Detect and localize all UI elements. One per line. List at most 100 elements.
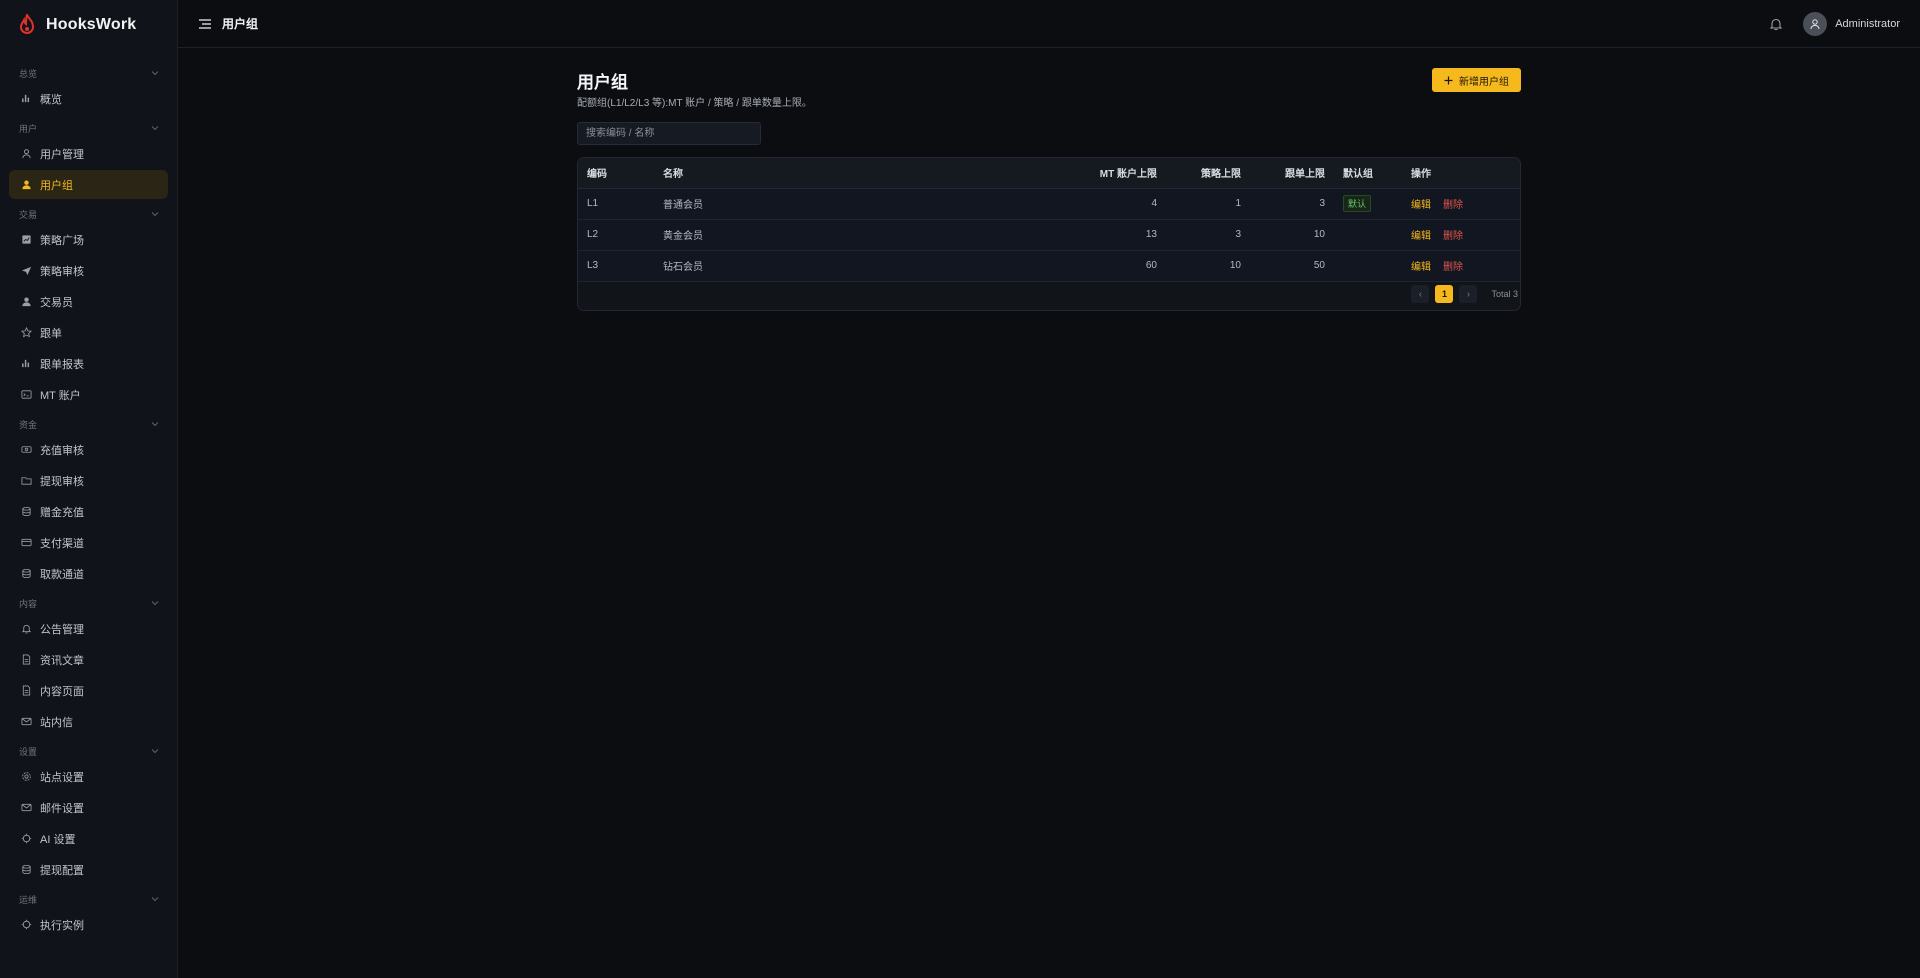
column-header-code[interactable]: 编码 — [578, 158, 654, 189]
sidebar-nav: 总览概览用户用户管理 用户组交易策略广场 策略审核 交易员 跟单 跟单报表 MT 账户资金充… — [0, 50, 177, 939]
sidebar: HooksWork 总览概览用户用户管理 用户组交易策略广场 策略审核 交易员 跟单 跟单… — [0, 0, 178, 978]
table-row[interactable]: L1 普通会员 4 1 3 默认 编辑 删除 — [578, 188, 1520, 220]
cell-strategy-limit: 10 — [1166, 250, 1250, 282]
cell-follow-limit: 10 — [1250, 219, 1334, 251]
star-icon — [21, 327, 32, 338]
sidebar-item[interactable]: 提现配置 — [9, 855, 168, 884]
table-body: L1 普通会员 4 1 3 默认 编辑 删除 L2 黄金会员 13 3 10 编辑 删除 L3 钻石会员 60 10… — [578, 188, 1520, 282]
page-number-current[interactable]: 1 — [1435, 285, 1454, 303]
cell-code: L1 — [578, 188, 654, 220]
sidebar-item-label: 站点设置 — [40, 771, 84, 784]
sidebar-item[interactable]: 站内信 — [9, 707, 168, 736]
document-icon — [22, 685, 31, 696]
sidebar-item[interactable]: 赠金充值 — [9, 497, 168, 526]
database-icon — [22, 864, 31, 875]
chevron-down-icon — [151, 601, 159, 606]
nav-group-title[interactable]: 设置 — [9, 742, 168, 760]
chevron-down-icon — [151, 422, 159, 427]
edit-link[interactable]: 编辑 — [1411, 200, 1431, 211]
column-header-mt-limit[interactable]: MT 账户上限 — [1074, 158, 1166, 189]
column-header-follow-limit[interactable]: 跟单上限 — [1250, 158, 1334, 189]
folder-icon — [21, 477, 32, 485]
user-avatar-icon — [1810, 19, 1820, 30]
user-icon — [22, 297, 31, 307]
prev-page-button[interactable]: ‹ — [1411, 285, 1430, 303]
table-row[interactable]: L2 黄金会员 13 3 10 编辑 删除 — [578, 219, 1520, 251]
sidebar-item[interactable]: 策略审核 — [9, 256, 168, 285]
cell-code: L3 — [578, 250, 654, 282]
edit-link[interactable]: 编辑 — [1411, 262, 1431, 273]
nav-group-label: 总览 — [19, 68, 38, 79]
sidebar-item[interactable]: 取款通道 — [9, 559, 168, 588]
sidebar-item-label: 内容页面 — [40, 685, 84, 698]
sidebar-item[interactable]: 执行实例 — [9, 910, 168, 939]
sidebar-item[interactable]: 交易员 — [9, 287, 168, 316]
nav-group-title[interactable]: 总览 — [9, 64, 168, 82]
cell-mt-limit: 13 — [1074, 219, 1166, 251]
document-icon — [22, 654, 31, 665]
sidebar-item-label: AI 设置 — [40, 833, 76, 846]
nav-group-title[interactable]: 内容 — [9, 594, 168, 612]
bell-icon[interactable] — [1769, 17, 1783, 31]
database-icon — [22, 506, 31, 517]
flame-logo-icon — [19, 14, 35, 34]
user-name[interactable]: Administrator — [1835, 18, 1900, 30]
topbar-right: Administrator — [1769, 0, 1900, 48]
nav-group-title[interactable]: 资金 — [9, 415, 168, 433]
sidebar-item[interactable]: 内容页面 — [9, 676, 168, 705]
page-header: 用户组 配额组(L1/L2/L3 等):MT 账户 / 策略 / 跟单数量上限。… — [577, 48, 1521, 109]
page-description: 配额组(L1/L2/L3 等):MT 账户 / 策略 / 跟单数量上限。 — [577, 98, 812, 109]
card-icon — [21, 538, 32, 547]
nav-group-title[interactable]: 用户 — [9, 119, 168, 137]
nav-group-label: 资金 — [19, 419, 38, 430]
delete-link[interactable]: 删除 — [1443, 200, 1463, 211]
avatar[interactable] — [1803, 12, 1828, 36]
cell-actions: 编辑 删除 — [1402, 250, 1520, 282]
sidebar-item[interactable]: 跟单 — [9, 318, 168, 347]
sidebar-item[interactable]: 用户管理 — [9, 139, 168, 168]
sidebar-item-label: 邮件设置 — [40, 802, 84, 815]
gear-icon — [22, 772, 31, 781]
next-page-button[interactable]: › — [1459, 285, 1478, 303]
sidebar-item[interactable]: 充值审核 — [9, 435, 168, 464]
nav-group-title[interactable]: 运维 — [9, 890, 168, 908]
sidebar-item[interactable]: MT 账户 — [9, 380, 168, 409]
delete-link[interactable]: 删除 — [1443, 262, 1463, 273]
cell-default — [1334, 219, 1402, 251]
sidebar-item[interactable]: 跟单报表 — [9, 349, 168, 378]
search-input[interactable] — [577, 122, 761, 145]
sidebar-item[interactable]: AI 设置 — [9, 824, 168, 853]
sidebar-item-label: 提现审核 — [40, 475, 84, 488]
sidebar-item[interactable]: 公告管理 — [9, 614, 168, 643]
menu-toggle-icon[interactable] — [198, 17, 212, 31]
sidebar-item[interactable]: 策略广场 — [9, 225, 168, 254]
column-header-actions: 操作 — [1402, 158, 1520, 189]
page-breadcrumb-title: 用户组 — [222, 17, 259, 31]
sidebar-item[interactable]: 概览 — [9, 84, 168, 113]
column-header-default[interactable]: 默认组 — [1334, 158, 1402, 189]
chevron-down-icon — [151, 126, 159, 131]
brand[interactable]: HooksWork — [0, 0, 177, 50]
sidebar-item[interactable]: 用户组 — [9, 170, 168, 199]
sidebar-item[interactable]: 提现审核 — [9, 466, 168, 495]
delete-link[interactable]: 删除 — [1443, 231, 1463, 242]
sidebar-item[interactable]: 支付渠道 — [9, 528, 168, 557]
edit-link[interactable]: 编辑 — [1411, 231, 1431, 242]
column-header-name[interactable]: 名称 — [654, 158, 1074, 189]
table-row[interactable]: L3 钻石会员 60 10 50 编辑 删除 — [578, 250, 1520, 282]
cell-code: L2 — [578, 219, 654, 251]
sidebar-item[interactable]: 站点设置 — [9, 762, 168, 791]
cell-strategy-limit: 1 — [1166, 188, 1250, 220]
nav-group-title[interactable]: 交易 — [9, 205, 168, 223]
sidebar-item-label: 站内信 — [40, 716, 73, 729]
topbar: 用户组 Administrator — [178, 0, 1920, 48]
column-header-strategy-limit[interactable]: 策略上限 — [1166, 158, 1250, 189]
database-icon — [22, 568, 31, 579]
chevron-down-icon — [151, 897, 159, 902]
sidebar-item[interactable]: 资讯文章 — [9, 645, 168, 674]
add-user-group-button[interactable]: 新增用户组 — [1432, 68, 1521, 92]
pagination: ‹ 1 › Total 3 — [1411, 278, 1520, 310]
nav-group-label: 交易 — [19, 209, 38, 220]
sidebar-item[interactable]: 邮件设置 — [9, 793, 168, 822]
chevron-down-icon — [151, 71, 159, 76]
